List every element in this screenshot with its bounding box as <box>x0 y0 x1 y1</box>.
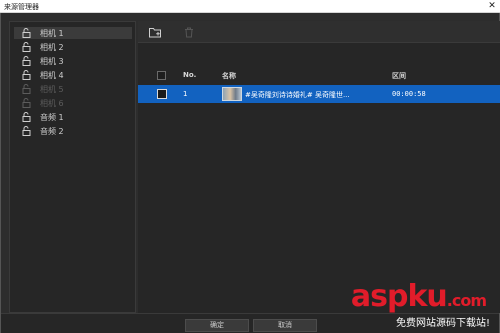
row-checkbox[interactable] <box>157 89 167 99</box>
toolbar <box>138 21 500 43</box>
media-panel: No. 名称 区间 1 #吴奇隆刘诗诗婚礼# 吴奇隆世... 00:00:58 <box>138 21 500 313</box>
close-icon[interactable]: ✕ <box>484 0 500 13</box>
media-table: No. 名称 区间 1 #吴奇隆刘诗诗婚礼# 吴奇隆世... 00:00:58 <box>138 65 500 103</box>
unlock-icon[interactable] <box>20 55 32 67</box>
window-titlebar: 来源管理器 ✕ <box>0 0 500 13</box>
sidebar-item-label: 相机 4 <box>40 70 64 80</box>
row-range: 00:00:58 <box>392 90 426 98</box>
unlock-icon[interactable] <box>20 111 32 123</box>
watermark-logo: aspku.com <box>350 279 487 314</box>
column-header-name[interactable]: 名称 <box>222 71 236 81</box>
sidebar-item-label: 相机 3 <box>40 56 64 66</box>
sidebar-item-camera-2[interactable]: 相机 2 <box>14 41 132 53</box>
unlock-icon[interactable] <box>20 27 32 39</box>
sidebar-item-label: 音频 2 <box>40 126 64 136</box>
sidebar-item-camera-6[interactable]: 相机 6 <box>14 97 132 109</box>
window-title: 来源管理器 <box>4 3 39 11</box>
row-number: 1 <box>183 90 188 98</box>
sidebar-item-label: 音频 1 <box>40 112 64 122</box>
ok-button[interactable]: 确定 <box>185 319 249 332</box>
sidebar-item-audio-2[interactable]: 音频 2 <box>14 125 132 137</box>
site-watermark: aspku.com 免费网站源码下载站! <box>326 279 496 329</box>
cancel-button[interactable]: 取消 <box>253 319 317 332</box>
video-thumbnail <box>222 87 242 101</box>
sidebar-item-camera-4[interactable]: 相机 4 <box>14 69 132 81</box>
trash-icon[interactable] <box>182 25 196 39</box>
sidebar-item-camera-5[interactable]: 相机 5 <box>14 83 132 95</box>
sidebar-item-label: 相机 1 <box>40 28 64 38</box>
unlock-icon[interactable] <box>20 97 32 109</box>
table-header: No. 名称 区间 <box>138 65 500 85</box>
column-header-no[interactable]: No. <box>183 71 196 79</box>
sidebar-item-label: 相机 5 <box>40 84 64 94</box>
watermark-caption: 免费网站源码下载站! <box>395 318 490 329</box>
sidebar-item-audio-1[interactable]: 音频 1 <box>14 111 132 123</box>
row-name: #吴奇隆刘诗诗婚礼# 吴奇隆世... <box>245 91 350 99</box>
unlock-icon[interactable] <box>20 41 32 53</box>
column-header-range[interactable]: 区间 <box>392 71 406 81</box>
unlock-icon[interactable] <box>20 69 32 81</box>
sidebar-item-camera-1[interactable]: 相机 1 <box>14 27 132 39</box>
sidebar-item-camera-3[interactable]: 相机 3 <box>14 55 132 67</box>
folder-add-icon[interactable] <box>148 25 162 39</box>
sidebar-item-label: 相机 2 <box>40 42 64 52</box>
table-row[interactable]: 1 #吴奇隆刘诗诗婚礼# 吴奇隆世... 00:00:58 <box>138 85 500 103</box>
source-list: 相机 1 相机 2 相机 3 相机 4 相机 5 相机 6 音频 1 音频 2 <box>9 21 136 313</box>
unlock-icon[interactable] <box>20 83 32 95</box>
sidebar-item-label: 相机 6 <box>40 98 64 108</box>
unlock-icon[interactable] <box>20 125 32 137</box>
select-all-checkbox[interactable] <box>157 71 166 80</box>
